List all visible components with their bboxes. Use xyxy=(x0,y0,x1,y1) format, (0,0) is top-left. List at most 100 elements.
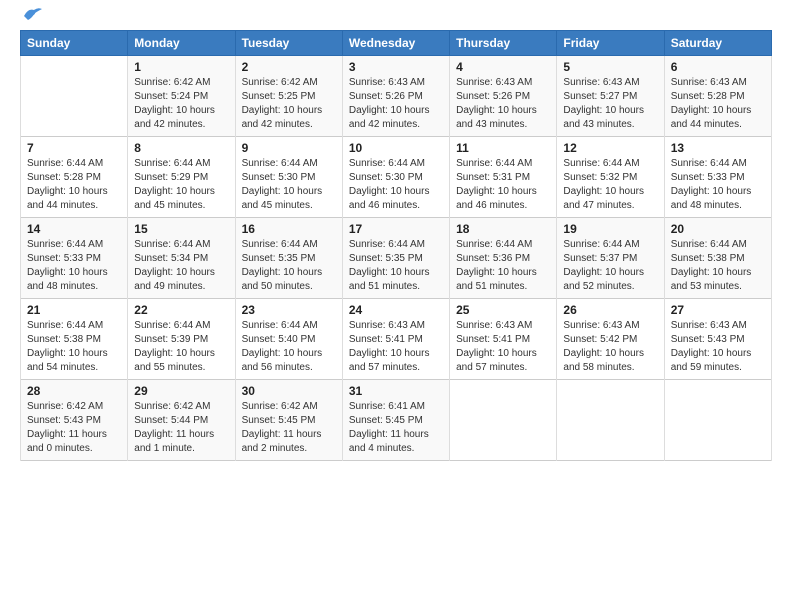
day-number: 17 xyxy=(349,222,443,236)
calendar-week-3: 14 Sunrise: 6:44 AMSunset: 5:33 PMDayligh… xyxy=(21,218,772,299)
day-info: Sunrise: 6:43 AMSunset: 5:43 PMDaylight:… xyxy=(671,319,765,375)
day-number: 25 xyxy=(456,303,550,317)
calendar-week-5: 28 Sunrise: 6:42 AMSunset: 5:43 PMDayligh… xyxy=(21,380,772,461)
calendar-cell: 18Sunrise: 6:44 AMSunset: 5:36 PMDayligh… xyxy=(450,218,557,299)
day-number: 27 xyxy=(671,303,765,317)
day-number: 3 xyxy=(349,60,443,74)
day-number: 30 xyxy=(242,384,336,398)
calendar-cell: 8 Sunrise: 6:44 AMSunset: 5:29 PMDaylight… xyxy=(128,137,235,218)
calendar-cell: 4 Sunrise: 6:43 AMSunset: 5:26 PMDaylight… xyxy=(450,56,557,137)
calendar-cell: 22Sunrise: 6:44 AMSunset: 5:39 PMDayligh… xyxy=(128,299,235,380)
logo xyxy=(20,14,44,24)
page: SundayMondayTuesdayWednesdayThursdayFrid… xyxy=(0,0,792,612)
day-number: 29 xyxy=(134,384,228,398)
calendar-table: SundayMondayTuesdayWednesdayThursdayFrid… xyxy=(20,30,772,461)
calendar-week-4: 21 Sunrise: 6:44 AMSunset: 5:38 PMDayligh… xyxy=(21,299,772,380)
calendar-cell: 31 Sunrise: 6:41 AMSunset: 5:45 PMDayligh… xyxy=(342,380,449,461)
calendar-cell: 27 Sunrise: 6:43 AMSunset: 5:43 PMDayligh… xyxy=(664,299,771,380)
day-number: 2 xyxy=(242,60,336,74)
calendar-cell: 21 Sunrise: 6:44 AMSunset: 5:38 PMDayligh… xyxy=(21,299,128,380)
calendar-cell xyxy=(557,380,664,461)
calendar-cell xyxy=(664,380,771,461)
calendar-cell: 29 Sunrise: 6:42 AMSunset: 5:44 PMDayligh… xyxy=(128,380,235,461)
day-number: 13 xyxy=(671,141,765,155)
calendar-cell: 1 Sunrise: 6:42 AMSunset: 5:24 PMDaylight… xyxy=(128,56,235,137)
day-number: 31 xyxy=(349,384,443,398)
calendar-cell: 20Sunrise: 6:44 AMSunset: 5:38 PMDayligh… xyxy=(664,218,771,299)
day-info: Sunrise: 6:44 AMSunset: 5:40 PMDaylight:… xyxy=(242,319,336,375)
calendar-week-1: 1 Sunrise: 6:42 AMSunset: 5:24 PMDaylight… xyxy=(21,56,772,137)
calendar-cell: 9 Sunrise: 6:44 AMSunset: 5:30 PMDaylight… xyxy=(235,137,342,218)
day-number: 6 xyxy=(671,60,765,74)
calendar-cell: 2 Sunrise: 6:42 AMSunset: 5:25 PMDaylight… xyxy=(235,56,342,137)
day-info: Sunrise: 6:44 AMSunset: 5:29 PMDaylight:… xyxy=(134,157,228,213)
day-info: Sunrise: 6:44 AMSunset: 5:35 PMDaylight:… xyxy=(349,238,443,294)
day-number: 28 xyxy=(27,384,121,398)
day-number: 8 xyxy=(134,141,228,155)
calendar-cell: 17 Sunrise: 6:44 AMSunset: 5:35 PMDayligh… xyxy=(342,218,449,299)
day-number: 26 xyxy=(563,303,657,317)
calendar-cell: 7Sunrise: 6:44 AMSunset: 5:28 PMDaylight… xyxy=(21,137,128,218)
day-info: Sunrise: 6:44 AMSunset: 5:39 PMDaylight:… xyxy=(134,319,228,375)
calendar-cell: 5Sunrise: 6:43 AMSunset: 5:27 PMDaylight… xyxy=(557,56,664,137)
day-number: 24 xyxy=(349,303,443,317)
day-number: 16 xyxy=(242,222,336,236)
col-header-sunday: Sunday xyxy=(21,31,128,56)
calendar-cell: 10 Sunrise: 6:44 AMSunset: 5:30 PMDayligh… xyxy=(342,137,449,218)
day-info: Sunrise: 6:42 AMSunset: 5:25 PMDaylight:… xyxy=(242,76,336,132)
day-info: Sunrise: 6:43 AMSunset: 5:26 PMDaylight:… xyxy=(456,76,550,132)
day-info: Sunrise: 6:43 AMSunset: 5:41 PMDaylight:… xyxy=(349,319,443,375)
day-info: Sunrise: 6:42 AMSunset: 5:45 PMDaylight:… xyxy=(242,400,336,456)
calendar-cell: 19 Sunrise: 6:44 AMSunset: 5:37 PMDayligh… xyxy=(557,218,664,299)
calendar-cell: 28 Sunrise: 6:42 AMSunset: 5:43 PMDayligh… xyxy=(21,380,128,461)
calendar-cell: 12Sunrise: 6:44 AMSunset: 5:32 PMDayligh… xyxy=(557,137,664,218)
day-info: Sunrise: 6:43 AMSunset: 5:42 PMDaylight:… xyxy=(563,319,657,375)
col-header-monday: Monday xyxy=(128,31,235,56)
day-info: Sunrise: 6:44 AMSunset: 5:32 PMDaylight:… xyxy=(563,157,657,213)
calendar-cell: 25 Sunrise: 6:43 AMSunset: 5:41 PMDayligh… xyxy=(450,299,557,380)
day-number: 10 xyxy=(349,141,443,155)
day-number: 14 xyxy=(27,222,121,236)
day-number: 9 xyxy=(242,141,336,155)
day-info: Sunrise: 6:44 AMSunset: 5:38 PMDaylight:… xyxy=(27,319,121,375)
day-info: Sunrise: 6:43 AMSunset: 5:28 PMDaylight:… xyxy=(671,76,765,132)
header xyxy=(0,0,792,30)
day-info: Sunrise: 6:42 AMSunset: 5:24 PMDaylight:… xyxy=(134,76,228,132)
day-info: Sunrise: 6:42 AMSunset: 5:43 PMDaylight:… xyxy=(27,400,121,456)
day-info: Sunrise: 6:41 AMSunset: 5:45 PMDaylight:… xyxy=(349,400,443,456)
day-info: Sunrise: 6:44 AMSunset: 5:33 PMDaylight:… xyxy=(671,157,765,213)
col-header-friday: Friday xyxy=(557,31,664,56)
day-info: Sunrise: 6:44 AMSunset: 5:36 PMDaylight:… xyxy=(456,238,550,294)
calendar-cell xyxy=(21,56,128,137)
calendar-cell: 11 Sunrise: 6:44 AMSunset: 5:31 PMDayligh… xyxy=(450,137,557,218)
day-info: Sunrise: 6:44 AMSunset: 5:35 PMDaylight:… xyxy=(242,238,336,294)
day-number: 1 xyxy=(134,60,228,74)
calendar-cell: 15 Sunrise: 6:44 AMSunset: 5:34 PMDayligh… xyxy=(128,218,235,299)
logo-bird-icon xyxy=(22,6,44,24)
calendar-cell: 24 Sunrise: 6:43 AMSunset: 5:41 PMDayligh… xyxy=(342,299,449,380)
day-info: Sunrise: 6:43 AMSunset: 5:27 PMDaylight:… xyxy=(563,76,657,132)
day-info: Sunrise: 6:44 AMSunset: 5:38 PMDaylight:… xyxy=(671,238,765,294)
day-info: Sunrise: 6:44 AMSunset: 5:37 PMDaylight:… xyxy=(563,238,657,294)
calendar-week-2: 7Sunrise: 6:44 AMSunset: 5:28 PMDaylight… xyxy=(21,137,772,218)
calendar-cell: 23Sunrise: 6:44 AMSunset: 5:40 PMDayligh… xyxy=(235,299,342,380)
day-number: 11 xyxy=(456,141,550,155)
day-number: 7 xyxy=(27,141,121,155)
day-info: Sunrise: 6:44 AMSunset: 5:34 PMDaylight:… xyxy=(134,238,228,294)
day-info: Sunrise: 6:43 AMSunset: 5:41 PMDaylight:… xyxy=(456,319,550,375)
day-info: Sunrise: 6:44 AMSunset: 5:30 PMDaylight:… xyxy=(349,157,443,213)
day-info: Sunrise: 6:44 AMSunset: 5:31 PMDaylight:… xyxy=(456,157,550,213)
day-number: 4 xyxy=(456,60,550,74)
day-info: Sunrise: 6:44 AMSunset: 5:30 PMDaylight:… xyxy=(242,157,336,213)
calendar-cell: 14 Sunrise: 6:44 AMSunset: 5:33 PMDayligh… xyxy=(21,218,128,299)
calendar-cell: 6 Sunrise: 6:43 AMSunset: 5:28 PMDaylight… xyxy=(664,56,771,137)
day-info: Sunrise: 6:44 AMSunset: 5:33 PMDaylight:… xyxy=(27,238,121,294)
day-number: 21 xyxy=(27,303,121,317)
col-header-saturday: Saturday xyxy=(664,31,771,56)
day-info: Sunrise: 6:42 AMSunset: 5:44 PMDaylight:… xyxy=(134,400,228,456)
day-number: 15 xyxy=(134,222,228,236)
day-number: 19 xyxy=(563,222,657,236)
calendar-cell: 30 Sunrise: 6:42 AMSunset: 5:45 PMDayligh… xyxy=(235,380,342,461)
col-header-tuesday: Tuesday xyxy=(235,31,342,56)
calendar-cell: 3Sunrise: 6:43 AMSunset: 5:26 PMDaylight… xyxy=(342,56,449,137)
